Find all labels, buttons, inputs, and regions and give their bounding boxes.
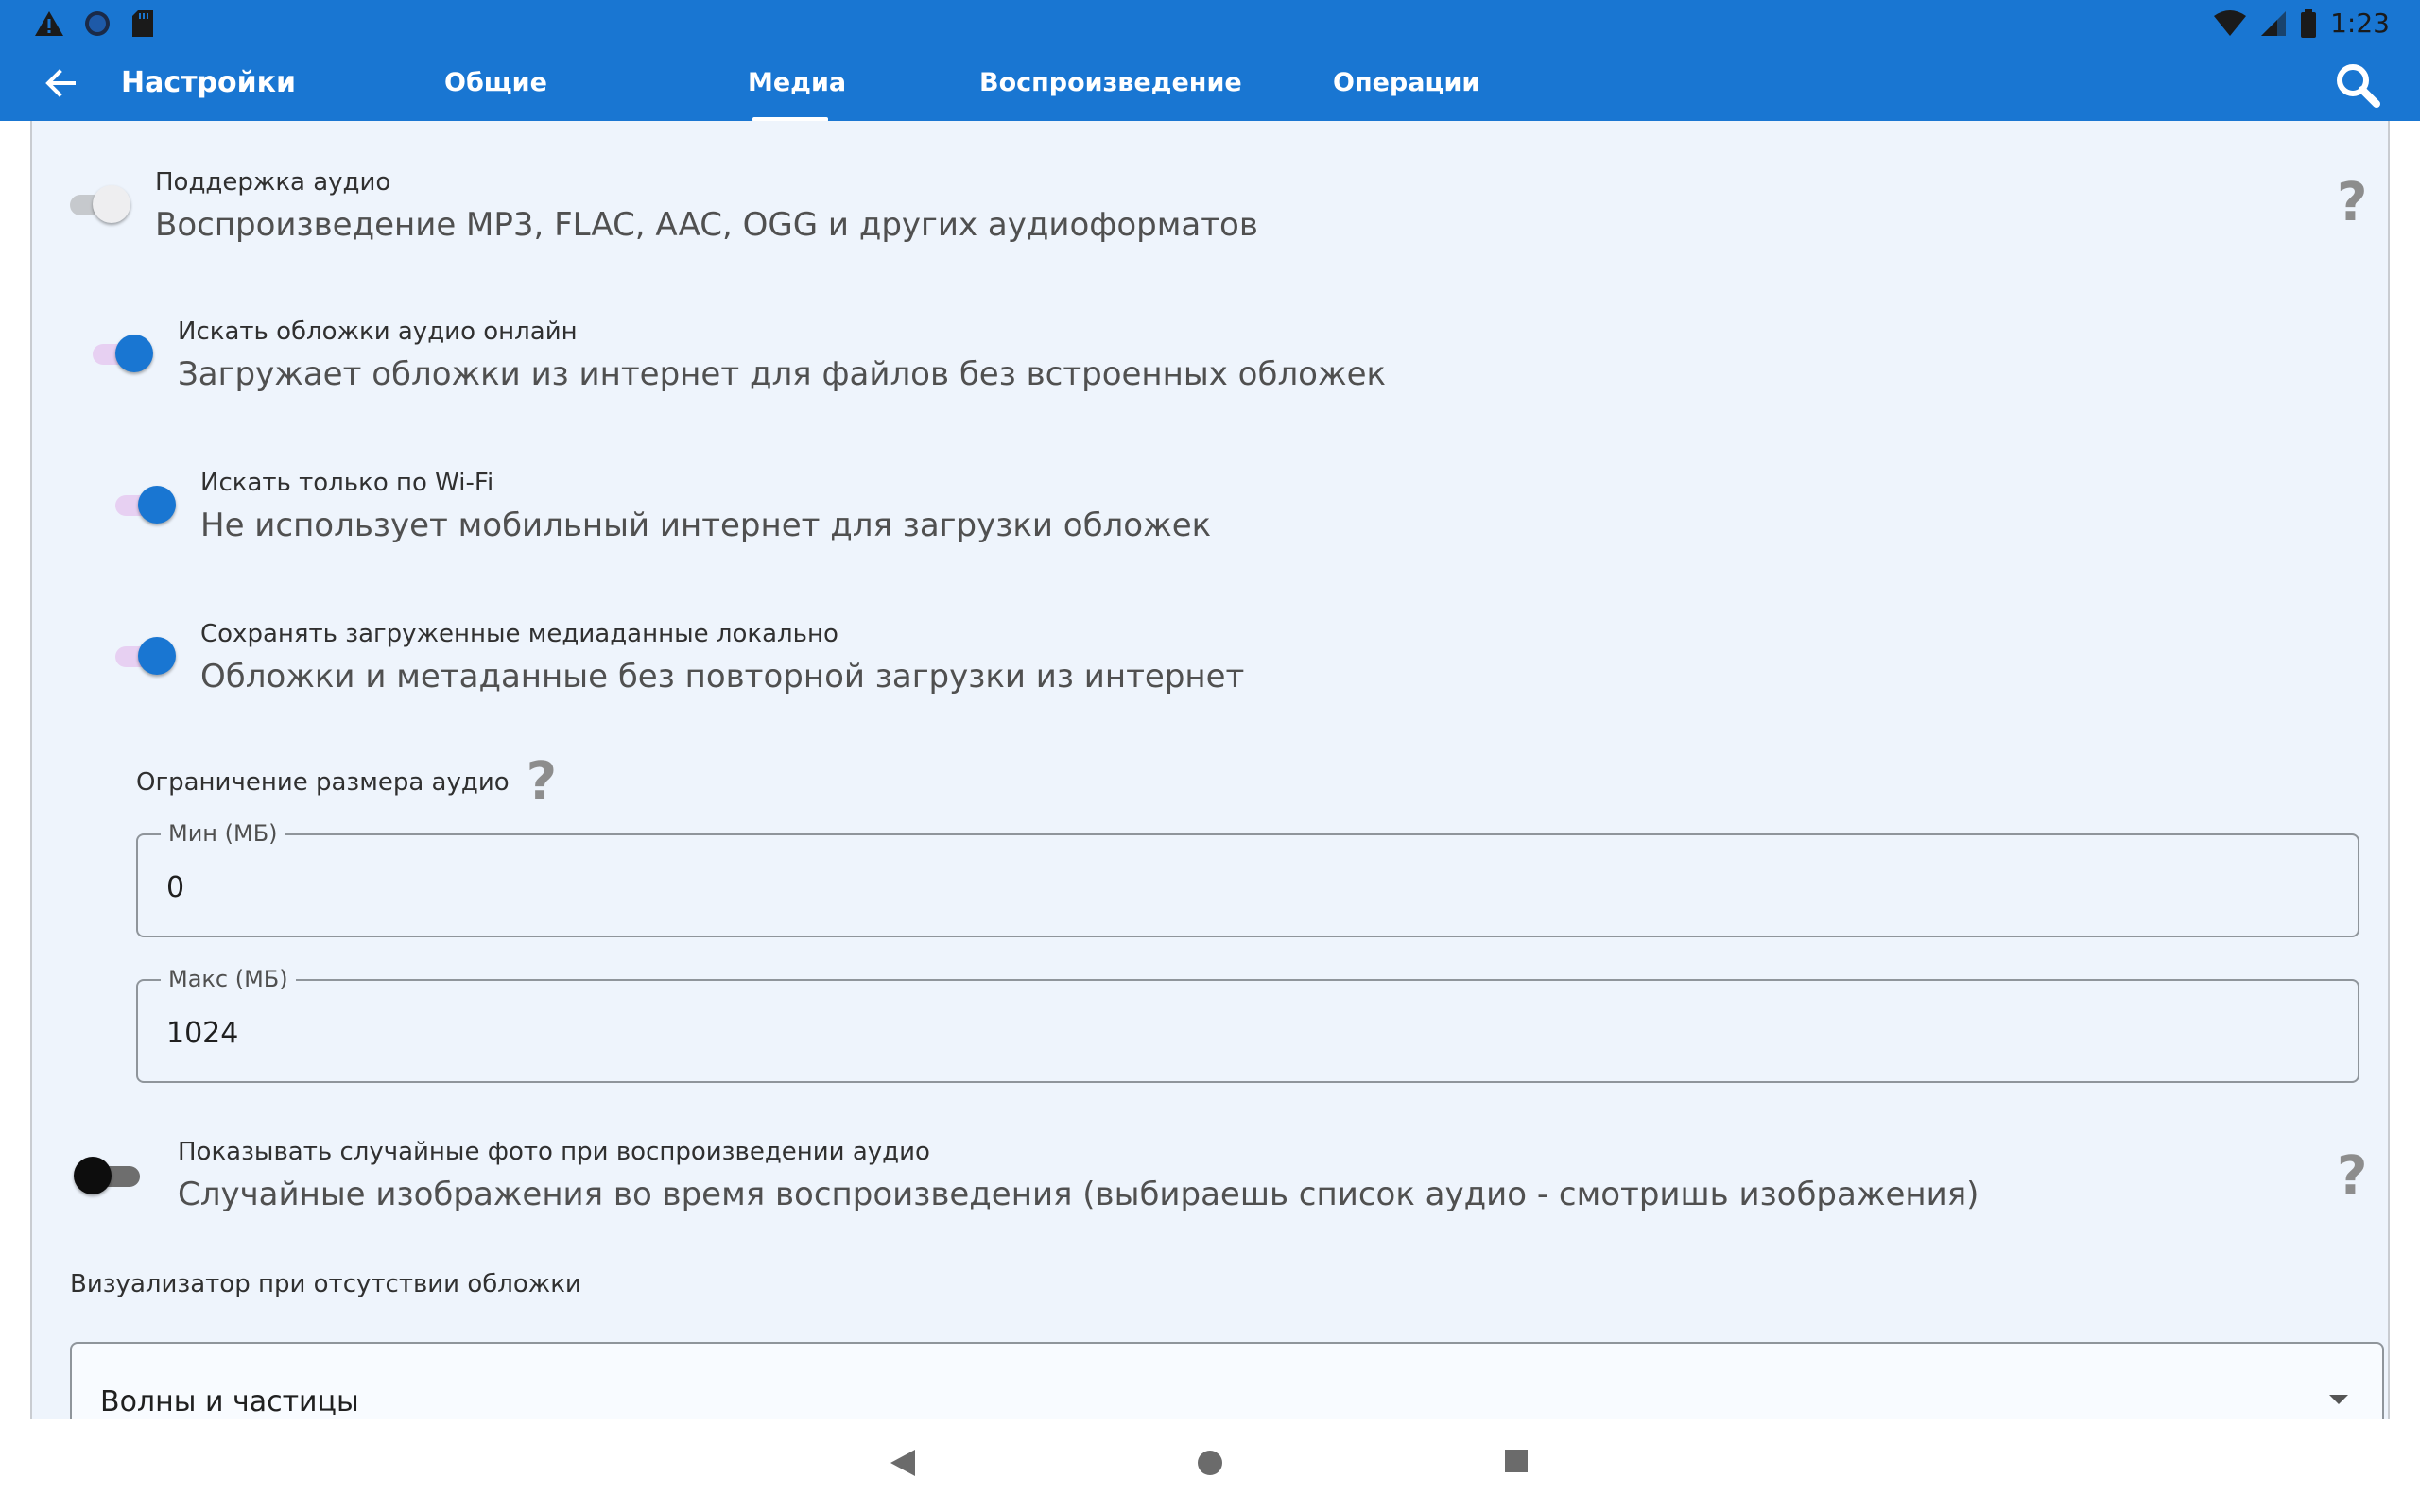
min-size-input[interactable]: 0 [166,871,184,904]
search-icon [2337,64,2380,108]
audio-support-subtitle: Воспроизведение MP3, FLAC, AAC, OGG и др… [155,206,1258,244]
signal-icon [2261,10,2287,36]
visualizer-setting: Визуализатор при отсутствии обложки [70,1270,581,1298]
system-nav-bar [0,1419,2420,1512]
battery-icon [2301,9,2317,38]
nav-home-button[interactable] [1195,1448,1225,1482]
random-photos-title: Показывать случайные фото при воспроизве… [178,1138,930,1166]
online-covers-setting[interactable]: Искать обложки аудио онлайн Загружает об… [178,318,1386,393]
save-local-switch[interactable] [115,637,178,675]
size-limit-help-icon[interactable]: ? [527,756,557,809]
circle-icon [85,11,110,36]
wifi-only-title: Искать только по Wi-Fi [200,469,494,497]
min-size-field[interactable]: Мин (МБ) 0 [136,820,2360,937]
back-button[interactable] [42,64,79,102]
page-title: Настройки [121,66,297,99]
visualizer-dropdown[interactable]: Волны и частицы [70,1342,2384,1419]
arrow-back-icon [45,69,76,97]
max-size-field[interactable]: Макс (МБ) 1024 [136,966,2360,1083]
audio-support-setting[interactable]: Поддержка аудио Воспроизведение MP3, FLA… [155,168,1258,244]
audio-support-switch[interactable] [70,185,132,223]
sd-card-icon [132,10,153,37]
tab-media[interactable]: Медиа [748,68,846,97]
save-local-subtitle: Обложки и метаданные без повторной загру… [200,658,1245,696]
visualizer-selected-value: Волны и частицы [100,1385,359,1418]
nav-back-button[interactable] [889,1448,917,1482]
status-bar: 1:23 [0,0,2420,45]
random-photos-switch[interactable] [74,1157,140,1194]
dropdown-arrow-icon [2329,1395,2348,1404]
save-local-title: Сохранять загруженные медиаданные локаль… [200,620,838,648]
visualizer-title: Визуализатор при отсутствии обложки [70,1270,581,1298]
search-button[interactable] [2333,60,2382,110]
audio-support-title: Поддержка аудио [155,168,391,197]
max-size-label: Макс (МБ) [161,966,296,992]
wifi-only-switch[interactable] [115,486,178,524]
save-local-setting[interactable]: Сохранять загруженные медиаданные локаль… [200,620,1244,696]
random-photos-subtitle: Случайные изображения во время воспроизв… [178,1176,1979,1213]
max-size-input[interactable]: 1024 [166,1017,238,1050]
nav-home-icon [1198,1451,1222,1475]
tab-general[interactable]: Общие [444,68,547,97]
tab-operations[interactable]: Операции [1333,68,1479,97]
nav-back-icon [890,1450,915,1476]
tab-playback[interactable]: Воспроизведение [979,68,1242,97]
random-photos-help-icon[interactable]: ? [2337,1145,2367,1207]
online-covers-subtitle: Загружает обложки из интернет для файлов… [178,355,1387,393]
status-time: 1:23 [2330,8,2390,39]
wifi-icon [2214,9,2247,36]
size-limit-header: Ограничение размера аудио ? [136,756,557,809]
size-limit-title: Ограничение размера аудио [136,768,510,797]
online-covers-title: Искать обложки аудио онлайн [178,318,578,346]
audio-support-help-icon[interactable]: ? [2337,172,2367,233]
settings-content: Поддержка аудио Воспроизведение MP3, FLA… [30,121,2390,1419]
wifi-only-setting[interactable]: Искать только по Wi-Fi Не использует моб… [200,469,1211,544]
online-covers-switch[interactable] [93,335,155,372]
app-bar: Настройки Общие Медиа Воспроизведение Оп… [0,45,2420,121]
min-size-label: Мин (МБ) [161,820,285,847]
random-photos-setting[interactable]: Показывать случайные фото при воспроизве… [178,1138,1979,1213]
nav-recents-icon [1505,1450,1528,1472]
nav-recents-button[interactable] [1503,1448,1530,1478]
wifi-only-subtitle: Не использует мобильный интернет для заг… [200,507,1212,544]
warning-icon [35,11,63,36]
